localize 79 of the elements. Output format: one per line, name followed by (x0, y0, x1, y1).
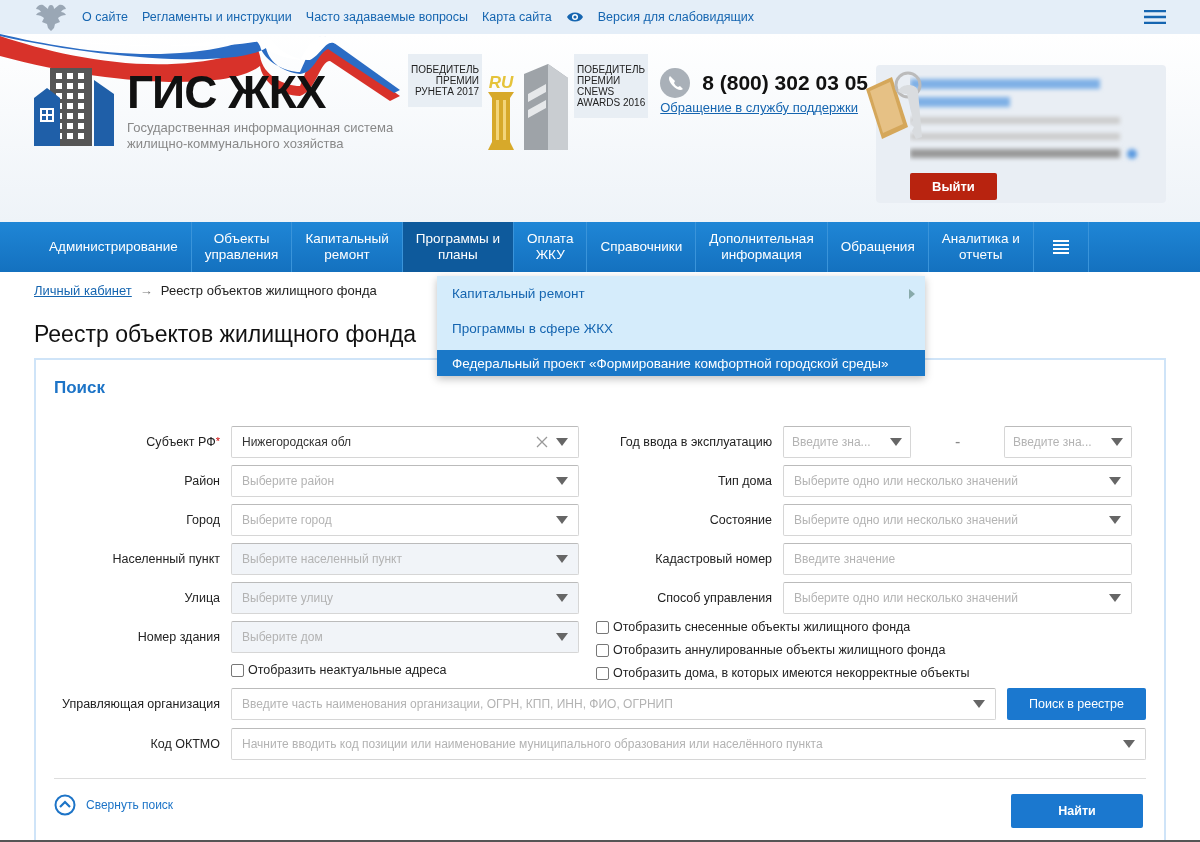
top-link[interactable]: Регламенты и инструкции (141, 10, 292, 24)
nav-tab[interactable]: Обращения (827, 222, 929, 272)
collapse-link[interactable]: Свернуть поиск (86, 798, 174, 812)
accessibility-link[interactable]: Версия для слабовидящих (597, 10, 755, 24)
phone-number: 8 (800) 302 03 05 (702, 71, 869, 95)
field-label: Управляющая организация (61, 697, 220, 711)
field-label: Код ОКТМО (149, 737, 220, 751)
caret-icon (556, 555, 568, 563)
menu-item[interactable]: Программы в сфере ЖКХ (437, 311, 925, 346)
nav-tab[interactable]: Оплата ЖКУ (513, 222, 588, 272)
caret-icon (1123, 740, 1135, 748)
caret-icon (890, 438, 903, 446)
field-label: Тип дома (716, 474, 773, 488)
trophy-icon (486, 92, 517, 150)
nav-tab[interactable]: Справочники (587, 222, 697, 272)
field-label: Год ввода в эксплуатацию (618, 435, 773, 449)
field-label: Улица (183, 591, 220, 605)
field-label: Номер здания (136, 630, 220, 644)
range-separator: - (953, 433, 962, 451)
caret-icon (556, 594, 568, 602)
caret-icon (1111, 438, 1124, 446)
top-link[interactable]: Часто задаваемые вопросы (305, 10, 469, 24)
field-label: Населенный пункт (111, 552, 220, 566)
checkbox[interactable] (231, 663, 244, 677)
caret-icon (973, 700, 986, 708)
phone-icon (660, 68, 691, 98)
nav-tab[interactable]: Программы и планы (402, 222, 514, 272)
checkbox-label: Отобразить аннулированные объекты жилищного фонда (613, 643, 946, 657)
clear-icon[interactable] (536, 436, 548, 448)
field-label: Кадастровый номер (654, 552, 773, 566)
checkbox-label: Отобразить неактуальные адреса (248, 663, 447, 677)
breadcrumb-arrow: → (139, 283, 153, 299)
caret-icon (556, 477, 568, 485)
field-label: Состояние (708, 513, 773, 527)
award-label: RU (488, 74, 514, 92)
field-label: Район (183, 474, 220, 488)
site-subtitle: Государственная информационная система жилищно-коммунального хозяйства (127, 120, 394, 152)
caret-icon (556, 633, 568, 641)
panel-title: Поиск (54, 378, 107, 399)
select-field[interactable]: Нижегородская обл (231, 426, 579, 458)
nav-tab[interactable]: Объекты управления (191, 222, 293, 272)
menu-item[interactable]: Федеральный проект «Формирование комфортной городской среды» (437, 350, 925, 376)
breadcrumb-link[interactable]: Личный кабинет (34, 283, 132, 299)
eye-icon (565, 11, 584, 23)
caret-icon (1109, 516, 1122, 524)
site-title: ГИС ЖКХ (127, 68, 327, 116)
find-button[interactable]: Найти (1011, 794, 1143, 828)
checkbox-label: Отобразить дома, в которых имеются некорректные объекты (613, 666, 970, 680)
nav-tab[interactable]: Аналитика и отчеты (928, 222, 1034, 272)
field-label: Субъект РФ* (145, 435, 220, 449)
registry-search-button[interactable]: Поиск в реестре (1007, 688, 1146, 720)
caret-icon (556, 438, 568, 446)
page-title: Реестр объектов жилищного фонда (34, 321, 417, 348)
checkbox[interactable] (596, 643, 610, 657)
eagle-emblem-icon (34, 2, 68, 32)
nav-tab[interactable]: Дополнительная информация (696, 222, 828, 272)
caret-icon (1109, 594, 1122, 602)
checkbox-label: Отобразить снесенные объекты жилищного фонда (613, 620, 911, 634)
menu-icon[interactable] (1144, 10, 1166, 24)
menu-item[interactable]: Капитальный ремонт (437, 276, 925, 311)
top-link[interactable]: Карта сайта (482, 10, 552, 24)
field-label: Город (185, 513, 220, 527)
collapse-icon[interactable] (54, 794, 76, 816)
submenu-arrow-icon (909, 288, 915, 299)
checkbox[interactable] (596, 666, 610, 680)
caret-icon (1109, 477, 1122, 485)
nav-tab[interactable]: Администрирование (36, 222, 192, 272)
list-icon[interactable] (1052, 240, 1069, 254)
breadcrumb-current: Реестр объектов жилищного фонда (160, 283, 377, 299)
field-label: Способ управления (656, 591, 773, 605)
logout-button[interactable]: Выйти (910, 173, 997, 200)
buildings-logo-icon (34, 68, 114, 146)
checkbox[interactable] (596, 620, 610, 634)
support-link[interactable]: Обращение в службу поддержки (660, 100, 869, 115)
caret-icon (556, 516, 568, 524)
award-caption: ПОБЕДИТЕЛЬ ПРЕМИИ РУНЕТА 2017 (408, 54, 483, 107)
nav-tab[interactable]: Капитальный ремонт (292, 222, 403, 272)
award-caption: ПОБЕДИТЕЛЬ ПРЕМИИ CNEWS AWARDS 2016 (574, 54, 649, 118)
top-link[interactable]: О сайте (82, 10, 128, 24)
